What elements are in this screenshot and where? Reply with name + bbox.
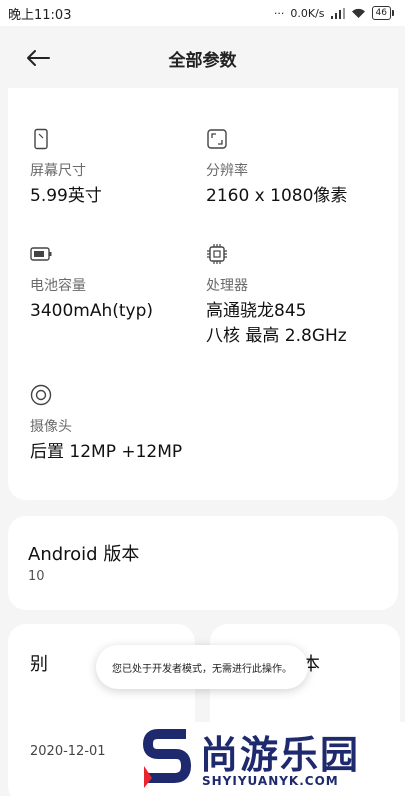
spec-label: 电池容量 (30, 278, 86, 294)
watermark-cn: 尚游乐园 (200, 733, 361, 777)
card-date: 2020-12-01 (30, 744, 106, 759)
spec-value-line1: 高通骁龙845 (206, 301, 307, 321)
wifi-icon (351, 8, 365, 18)
spec-battery: 电池容量 3400mAh(typ) (30, 243, 153, 324)
android-version-title: Android 版本 (28, 544, 140, 565)
screen-icon (34, 128, 48, 150)
signal-icon (330, 7, 345, 19)
card-title: 别 (30, 654, 48, 675)
watermark-en: SHYIYUANYK.COM (202, 774, 339, 788)
header: 全部参数 (0, 26, 405, 88)
battery-indicator: 46 (371, 6, 395, 20)
spec-label: 分辨率 (206, 163, 248, 179)
battery-icon (30, 247, 52, 261)
spec-label: 屏幕尺寸 (30, 163, 86, 179)
status-time: 晚上11:03 (8, 7, 72, 23)
spec-camera: 摄像头 后置 12MP +12MP (30, 384, 182, 465)
spec-value: 2160 x 1080像素 (206, 186, 348, 206)
camera-icon (30, 384, 52, 406)
spec-value: 后置 12MP +12MP (30, 442, 183, 462)
spec-value: 5.99英寸 (30, 186, 102, 206)
dots-icon: ··· (273, 6, 285, 20)
spec-screen-size: 屏幕尺寸 5.99英寸 (30, 128, 102, 209)
logo-s-icon (143, 729, 191, 788)
page-title: 全部参数 (168, 51, 237, 71)
resolution-icon (207, 129, 227, 149)
spec-label: 处理器 (206, 278, 248, 294)
network-speed: 0.0K/s (290, 6, 325, 20)
spec-label: 摄像头 (30, 419, 72, 435)
spec-value-line2: 八核 最高 2.8GHz (206, 326, 347, 346)
spec-card: 屏幕尺寸 5.99英寸 分辨率 2160 x 1080像素 电池容量 3400m… (8, 88, 398, 500)
android-version-card[interactable]: Android 版本 10 (8, 516, 398, 610)
watermark-logo: 尚游乐园 SHYIYUANYK.COM (138, 722, 405, 796)
android-version-value: 10 (28, 569, 45, 584)
status-bar: 晚上11:03 ··· 0.0K/s 46 (0, 0, 405, 26)
status-icons: ··· 0.0K/s 46 (273, 6, 395, 20)
chip-icon (207, 244, 227, 264)
spec-processor: 处理器 高通骁龙845 八核 最高 2.8GHz (206, 243, 347, 349)
developer-mode-toast: 您已处于开发者模式，无需进行此操作。 (96, 645, 308, 689)
spec-resolution: 分辨率 2160 x 1080像素 (206, 128, 347, 209)
spec-value: 3400mAh(typ) (30, 301, 154, 321)
